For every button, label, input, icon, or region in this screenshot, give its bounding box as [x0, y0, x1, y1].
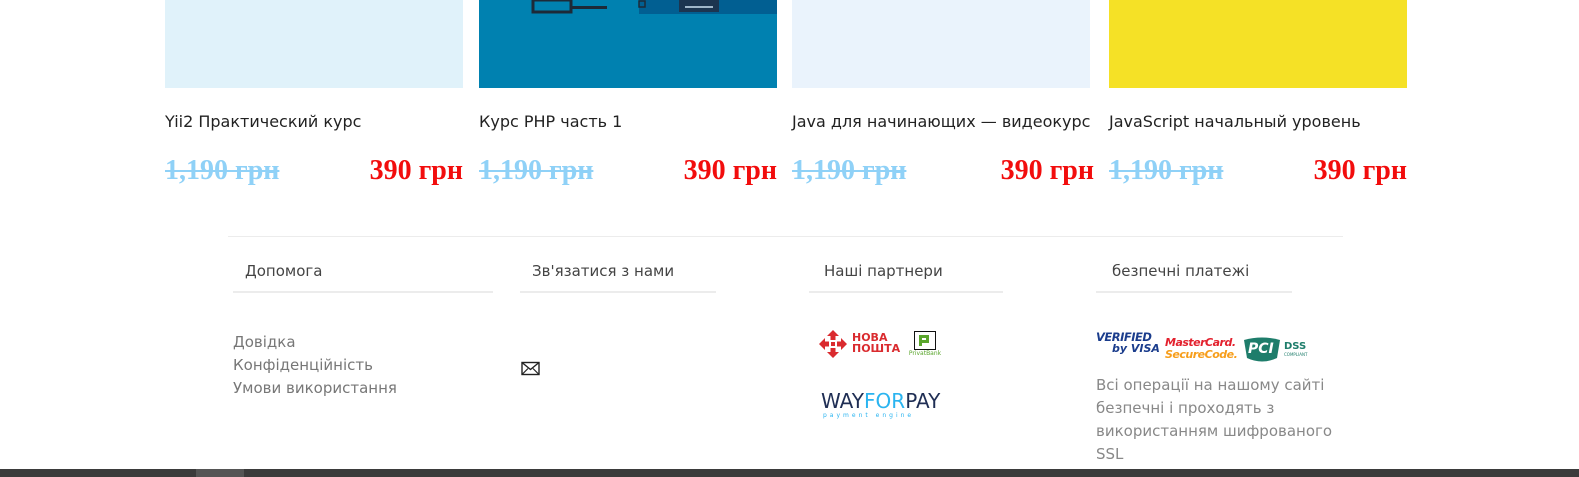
course-cards: Yii2 Практический курс 1,190 грн 390 грн…	[0, 0, 1579, 200]
old-price: 1,190 грн	[165, 155, 280, 186]
sale-price: 390 грн	[683, 155, 777, 186]
verified-by-visa-logo: VERIFIED by VISA	[1096, 331, 1160, 365]
course-title[interactable]: Yii2 Практический курс	[165, 112, 361, 131]
course-thumbnail[interactable]	[165, 0, 463, 88]
sale-price: 390 грн	[1000, 155, 1094, 186]
footer-partners-heading: Наші партнери	[809, 262, 1003, 293]
thumbnail-illustration	[531, 0, 777, 14]
wayforpay-part2: FOR	[864, 389, 906, 413]
sale-price: 390 грн	[369, 155, 463, 186]
footer-contact-heading: Зв'язатися з нами	[520, 262, 716, 293]
course-thumbnail[interactable]	[479, 0, 777, 88]
footer-payments-column: безпечні платежі VERIFIED by VISA Master…	[1096, 262, 1332, 463]
visa-line2: by VISA	[1112, 342, 1160, 355]
footer-partners-column: Наші партнери НОВА ПОШТА PrivatBank WAYF…	[809, 262, 1003, 419]
wayforpay-part1: WAY	[821, 389, 865, 413]
footer-help-links: Довідка Конфіденційність Умови використа…	[233, 331, 397, 400]
privatbank-icon	[914, 331, 936, 350]
mastercard-line2: SecureCode.	[1165, 348, 1238, 361]
course-title[interactable]: JavaScript начальный уровень	[1109, 112, 1361, 131]
pci-dss-logo: PCI DSS COMPLIANT	[1242, 336, 1310, 364]
old-price: 1,190 грн	[1109, 155, 1224, 186]
footer-contact-column: Зв'язатися з нами	[520, 262, 716, 376]
nova-poshta-logo[interactable]: НОВА ПОШТА	[818, 329, 901, 359]
footer-link-help[interactable]: Довідка	[233, 331, 397, 354]
course-thumbnail[interactable]	[1109, 0, 1407, 88]
pci-compliant-label: COMPLIANT	[1284, 352, 1308, 357]
pci-mark: PCI	[1248, 341, 1274, 357]
ssl-security-note: Всі операції на нашому сайті безпечні і …	[1096, 376, 1333, 463]
mastercard-securecode-logo: MasterCard. SecureCode.	[1165, 337, 1238, 367]
old-price: 1,190 грн	[792, 155, 907, 186]
bottom-bar	[0, 469, 1579, 477]
wayforpay-part3: PAY	[905, 389, 941, 413]
course-title[interactable]: Java для начинающих — видеокурс	[792, 112, 1090, 131]
course-thumbnail[interactable]	[792, 0, 1090, 88]
wayforpay-logo[interactable]: WAYFORPAY payment engine	[821, 390, 951, 420]
course-title[interactable]: Курс PHP часть 1	[479, 112, 622, 131]
privatbank-label: PrivatBank	[908, 350, 942, 357]
wayforpay-subtitle: payment engine	[823, 412, 915, 419]
footer-link-privacy[interactable]: Конфіденційність	[233, 354, 397, 377]
nova-poshta-icon	[819, 330, 847, 358]
nova-poshta-line2: ПОШТА	[852, 342, 901, 355]
envelope-icon[interactable]	[521, 361, 540, 381]
footer-help-heading: Допомога	[233, 262, 493, 293]
footer-divider	[228, 236, 1343, 237]
pci-dss-label: DSS	[1284, 341, 1307, 352]
bottom-bar-segment	[196, 469, 244, 477]
sale-price: 390 грн	[1313, 155, 1407, 186]
privatbank-logo[interactable]: PrivatBank	[907, 331, 943, 357]
footer-payments-heading: безпечні платежі	[1096, 262, 1292, 293]
footer-link-terms[interactable]: Умови використання	[233, 377, 397, 400]
old-price: 1,190 грн	[479, 155, 594, 186]
footer-help-column: Допомога Довідка Конфіденційність Умови …	[233, 262, 493, 397]
